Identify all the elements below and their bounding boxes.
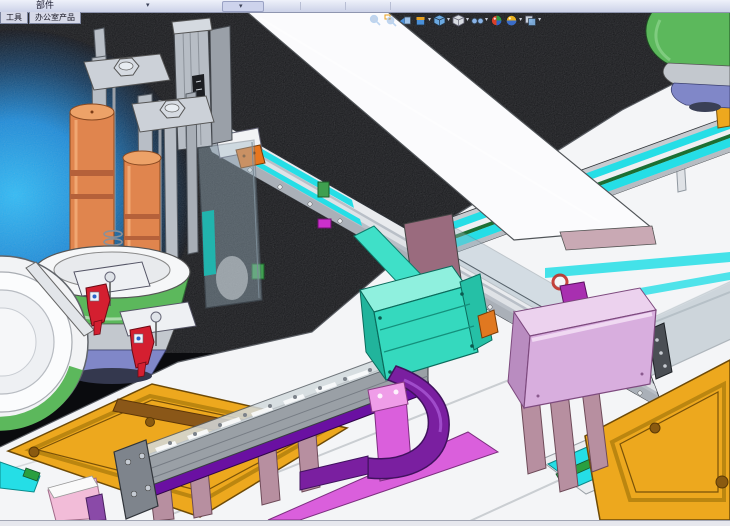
hide-show-items-icon[interactable] bbox=[470, 13, 485, 27]
ribbon-dropdown-caret[interactable]: ▾ bbox=[146, 0, 150, 11]
ribbon-dropdown-caret[interactable]: ▾ bbox=[239, 1, 243, 12]
display-style-icon[interactable] bbox=[451, 13, 466, 27]
dropdown-caret-icon[interactable]: ▾ bbox=[519, 13, 522, 27]
tab-office-products[interactable]: 办公室产品 bbox=[29, 12, 81, 24]
previous-view-icon[interactable] bbox=[398, 13, 413, 27]
dropdown-caret-icon[interactable]: ▾ bbox=[466, 13, 469, 27]
dropdown-caret-icon[interactable]: ▾ bbox=[538, 13, 541, 27]
view-orientation-icon[interactable] bbox=[432, 13, 447, 27]
apply-scene-icon[interactable] bbox=[504, 13, 519, 27]
ribbon-pressed-button[interactable]: ▾ bbox=[222, 1, 264, 12]
commandmanager-tabs: 工具 办公室产品 bbox=[0, 12, 82, 23]
section-view-icon[interactable] bbox=[413, 13, 428, 27]
ribbon-strip: 部件 ▾ ▾ bbox=[0, 0, 730, 13]
tab-tools[interactable]: 工具 bbox=[0, 12, 28, 24]
view-settings-icon[interactable] bbox=[523, 13, 538, 27]
3d-viewport[interactable] bbox=[0, 0, 730, 526]
ribbon-separator bbox=[390, 2, 391, 10]
dropdown-caret-icon[interactable]: ▾ bbox=[447, 13, 450, 27]
cad-window: 部件 ▾ ▾ 工具 办公室产品 ▾ ▾ ▾ ▾ ▾ ▾ bbox=[0, 0, 730, 526]
dropdown-caret-icon[interactable]: ▾ bbox=[428, 13, 431, 27]
ribbon-separator bbox=[345, 2, 346, 10]
status-bar-strip bbox=[0, 520, 730, 526]
zoom-to-fit-icon[interactable] bbox=[368, 13, 383, 27]
ribbon-group-label: 部件 bbox=[36, 0, 54, 11]
dropdown-caret-icon[interactable]: ▾ bbox=[485, 13, 488, 27]
ribbon-separator bbox=[300, 2, 301, 10]
heads-up-view-toolbar: ▾ ▾ ▾ ▾ ▾ ▾ bbox=[368, 12, 542, 28]
zoom-to-area-icon[interactable] bbox=[383, 13, 398, 27]
edit-appearance-icon[interactable] bbox=[489, 13, 504, 27]
